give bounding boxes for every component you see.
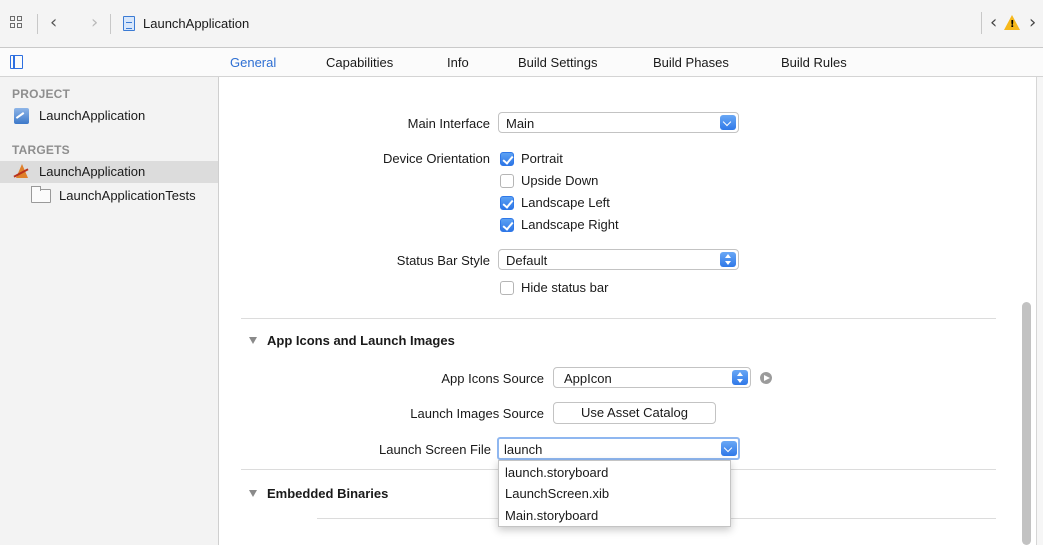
dropdown-option[interactable]: LaunchScreen.xib	[505, 486, 609, 501]
checkbox-checked[interactable]	[500, 152, 514, 166]
divider	[37, 14, 38, 34]
checkbox-checked[interactable]	[500, 196, 514, 210]
embedded-binaries-section-header[interactable]: Embedded Binaries	[249, 486, 388, 501]
launch-screen-file-dropdown: launch.storyboard LaunchScreen.xib Main.…	[498, 460, 731, 527]
launch-screen-file-value[interactable]: launch	[504, 442, 542, 457]
project-icon	[14, 108, 29, 124]
app-target-icon	[13, 164, 31, 180]
targets-header: TARGETS	[12, 143, 70, 157]
previous-issue-icon[interactable]: ‹	[990, 12, 997, 34]
forward-chevron-icon[interactable]: ›	[91, 12, 98, 34]
chevron-down-icon[interactable]	[721, 441, 737, 456]
use-asset-catalog-button[interactable]: Use Asset Catalog	[553, 402, 716, 424]
checkbox-unchecked[interactable]	[500, 174, 514, 188]
checkbox-label: Landscape Left	[521, 195, 610, 210]
project-file-icon	[123, 16, 135, 31]
launch-images-source-label: Launch Images Source	[410, 406, 544, 421]
up-down-arrows-icon[interactable]	[720, 252, 736, 267]
vertical-scrollbar[interactable]	[1022, 302, 1031, 545]
target-item-label: LaunchApplication	[39, 164, 146, 179]
status-bar-style-label: Status Bar Style	[396, 253, 490, 268]
tab-capabilities[interactable]: Capabilities	[326, 55, 393, 70]
dropdown-option[interactable]: Main.storyboard	[505, 508, 598, 523]
checkbox-label: Upside Down	[521, 173, 599, 188]
divider	[110, 14, 111, 34]
test-bundle-icon	[31, 186, 51, 203]
grid-icon[interactable]	[10, 16, 24, 30]
main-interface-label: Main Interface	[407, 116, 490, 131]
checkbox-label: Portrait	[521, 151, 563, 166]
up-down-arrows-icon[interactable]	[732, 370, 748, 385]
status-bar-style-popup[interactable]: Default	[498, 249, 739, 270]
launch-screen-file-label: Launch Screen File	[378, 442, 491, 457]
checkbox-label: Landscape Right	[521, 217, 619, 232]
checkbox-label: Hide status bar	[521, 280, 609, 295]
section-title: App Icons and Launch Images	[267, 333, 455, 348]
portrait-checkbox[interactable]: Portrait	[500, 151, 620, 167]
app-icons-source-label: App Icons Source	[441, 371, 544, 386]
tab-build-rules[interactable]: Build Rules	[781, 55, 847, 70]
upside-down-checkbox[interactable]: Upside Down	[500, 173, 620, 189]
next-issue-icon[interactable]: ›	[1029, 12, 1036, 34]
editor-tab-bar: General Capabilities Info Build Settings…	[0, 48, 1043, 77]
status-bar-style-value: Default	[506, 253, 548, 268]
app-icons-source-popup[interactable]: AppIcon	[553, 367, 751, 388]
section-title: Embedded Binaries	[267, 486, 389, 501]
tab-general[interactable]: General	[230, 55, 276, 70]
project-item[interactable]: LaunchApplication	[0, 105, 218, 127]
warning-icon[interactable]: !	[1004, 15, 1020, 30]
landscape-right-checkbox[interactable]: Landscape Right	[500, 217, 650, 233]
target-item-tests[interactable]: LaunchApplicationTests	[0, 185, 218, 207]
go-to-asset-icon[interactable]	[760, 372, 772, 384]
dropdown-option[interactable]: launch.storyboard	[505, 465, 608, 480]
disclosure-triangle-icon[interactable]	[249, 490, 257, 497]
sidebar-toggle-icon[interactable]	[10, 55, 23, 69]
landscape-left-checkbox[interactable]: Landscape Left	[500, 195, 640, 211]
utility-area-edge	[1036, 77, 1043, 545]
main-interface-combo[interactable]: Main	[498, 112, 739, 133]
tab-info[interactable]: Info	[447, 55, 469, 70]
target-item-launchapplication[interactable]: LaunchApplication	[0, 161, 218, 183]
checkbox-checked[interactable]	[500, 218, 514, 232]
section-divider	[241, 318, 996, 319]
main-interface-value: Main	[506, 116, 535, 131]
disclosure-triangle-icon[interactable]	[249, 337, 257, 344]
device-orientation-label: Device Orientation	[383, 151, 490, 166]
jump-bar-title[interactable]: LaunchApplication	[143, 16, 249, 31]
launch-screen-file-combo[interactable]: launch	[497, 437, 740, 460]
checkbox-unchecked[interactable]	[500, 281, 514, 295]
target-item-label: LaunchApplicationTests	[59, 188, 196, 203]
tab-build-phases[interactable]: Build Phases	[653, 55, 729, 70]
chevron-down-icon[interactable]	[720, 115, 736, 130]
tab-build-settings[interactable]: Build Settings	[518, 55, 598, 70]
app-icons-section-header[interactable]: App Icons and Launch Images	[249, 333, 455, 348]
back-chevron-icon[interactable]: ‹	[50, 12, 57, 34]
project-header: PROJECT	[12, 87, 71, 101]
jump-bar: ‹ › LaunchApplication ‹ ! ›	[0, 0, 1043, 48]
issue-navigator: ‹ ! ›	[981, 12, 1043, 34]
project-item-label: LaunchApplication	[39, 108, 146, 123]
app-icons-source-value: AppIcon	[564, 371, 612, 386]
project-navigator: PROJECT LaunchApplication TARGETS Launch…	[0, 77, 219, 545]
hide-status-bar-checkbox[interactable]: Hide status bar	[500, 280, 640, 296]
